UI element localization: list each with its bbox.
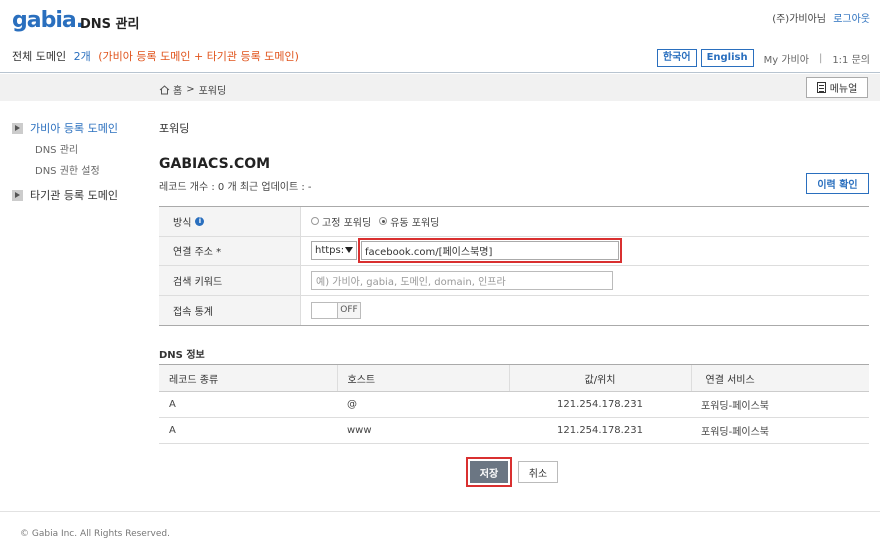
domain-summary: 전체 도메인 2개 (가비아 등록 도메인 + 타기관 등록 도메인) bbox=[12, 48, 299, 64]
dns-info-title: DNS 정보 bbox=[159, 350, 205, 361]
table-row: A @ 121.254.178.231 포워딩-페이스북 bbox=[159, 391, 869, 418]
radio-dynamic-label[interactable]: 유동 포워딩 bbox=[390, 214, 439, 229]
action-buttons: 저장 취소 bbox=[159, 457, 869, 487]
arrow-right-icon bbox=[12, 189, 23, 201]
toggle-knob bbox=[312, 302, 338, 318]
table-cell: A bbox=[159, 391, 337, 418]
record-info: 레코드 개수 : 0 개 최근 업데이트 : - bbox=[159, 182, 312, 193]
cancel-button[interactable]: 취소 bbox=[518, 461, 558, 483]
info-icon[interactable]: i bbox=[195, 216, 205, 226]
arrow-right-icon bbox=[12, 122, 23, 134]
gabia-logo[interactable]: gabia. bbox=[12, 8, 84, 33]
stats-toggle[interactable]: OFF bbox=[311, 301, 361, 319]
radio-dynamic-forwarding[interactable] bbox=[379, 217, 388, 226]
method-options: 고정 포워딩 유동 포워딩 bbox=[301, 207, 869, 236]
logout-link[interactable]: 로그아웃 bbox=[833, 14, 870, 25]
table-cell: A bbox=[159, 417, 337, 444]
footer-divider bbox=[0, 511, 880, 512]
sidebar: 가비아 등록 도메인 DNS 관리 DNS 권한 설정 타기관 등록 도메인 bbox=[12, 120, 152, 208]
forwarding-form: 방식 i 고정 포워딩 유동 포워딩 연결 주소 * https: facebo… bbox=[159, 206, 869, 326]
table-header-row: 레코드 종류 호스트 값/위치 연결 서비스 bbox=[159, 364, 869, 392]
breadcrumb-current: 포워딩 bbox=[198, 86, 227, 97]
column-header: 연결 서비스 bbox=[690, 364, 869, 392]
table-cell: 포워딩-페이스북 bbox=[691, 417, 869, 444]
table-row: A www 121.254.178.231 포워딩-페이스북 bbox=[159, 417, 869, 444]
breadcrumb-separator: > bbox=[186, 84, 195, 95]
save-button[interactable]: 저장 bbox=[466, 457, 512, 487]
sidebar-item-gabia-domains[interactable]: 가비아 등록 도메인 bbox=[12, 120, 152, 136]
table-cell: 121.254.178.231 bbox=[509, 391, 691, 418]
protocol-value: https: bbox=[315, 245, 345, 257]
sidebar-item-other-domains[interactable]: 타기관 등록 도메인 bbox=[12, 187, 152, 203]
sidebar-item-dns-permission[interactable]: DNS 권한 설정 bbox=[35, 162, 152, 177]
keyword-input[interactable]: 예) 가비아, gabia, 도메인, domain, 인프라 bbox=[311, 270, 613, 290]
radio-fixed-forwarding[interactable] bbox=[311, 217, 319, 226]
column-header: 호스트 bbox=[336, 364, 509, 392]
table-cell: 포워딩-페이스북 bbox=[691, 391, 869, 418]
manual-label: 메뉴얼 bbox=[829, 84, 858, 95]
dropdown-caret-icon bbox=[345, 247, 353, 254]
manual-button[interactable]: 메뉴얼 bbox=[806, 77, 868, 98]
table-cell: www bbox=[337, 417, 509, 444]
sidebar-item-dns-management[interactable]: DNS 관리 bbox=[35, 141, 152, 156]
method-label: 방식 bbox=[173, 217, 192, 229]
radio-fixed-label[interactable]: 고정 포워딩 bbox=[322, 214, 371, 229]
protocol-select[interactable]: https: bbox=[311, 241, 357, 261]
user-name: (주)가비아님 bbox=[772, 14, 826, 25]
history-button[interactable]: 이력 확인 bbox=[806, 173, 869, 194]
stats-field: OFF bbox=[301, 296, 869, 326]
form-row-method: 방식 i 고정 포워딩 유동 포워딩 bbox=[159, 207, 869, 237]
lang-korean-button[interactable]: 한국어 bbox=[656, 49, 697, 67]
header-links: 한국어 English My 가비아 | 1:1 문의 bbox=[653, 49, 870, 67]
separator: | bbox=[818, 52, 823, 64]
home-icon[interactable] bbox=[159, 84, 170, 95]
form-label-keyword: 검색 키워드 bbox=[159, 266, 301, 295]
form-label-address: 연결 주소 * bbox=[159, 236, 301, 265]
user-area: (주)가비아님 로그아웃 bbox=[772, 10, 870, 25]
app-title: DNS 관리 bbox=[80, 17, 140, 32]
sidebar-group-label: 가비아 등록 도메인 bbox=[30, 122, 118, 135]
column-header: 값/위치 bbox=[508, 364, 691, 392]
section-title: 포워딩 bbox=[159, 122, 190, 135]
breadcrumb: 홈 > 포워딩 bbox=[159, 82, 226, 97]
address-input[interactable]: facebook.com/[페이스북명] bbox=[358, 238, 622, 264]
domain-total-count[interactable]: 2개 bbox=[74, 50, 91, 63]
domain-name: GABIACS.COM bbox=[159, 156, 271, 172]
my-gabia-link[interactable]: My 가비아 bbox=[764, 51, 809, 66]
form-label-method: 방식 i bbox=[159, 207, 301, 236]
header: gabia. DNS 관리 (주)가비아님 로그아웃 전체 도메인 2개 (가비… bbox=[0, 0, 880, 73]
main-content: 포워딩 GABIACS.COM 레코드 개수 : 0 개 최근 업데이트 : -… bbox=[159, 120, 869, 487]
dns-table: 레코드 종류 호스트 값/위치 연결 서비스 A @ 121.254.178.2… bbox=[159, 364, 869, 444]
column-header: 레코드 종류 bbox=[159, 364, 337, 392]
toggle-state: OFF bbox=[338, 302, 360, 318]
domain-total-label: 전체 도메인 bbox=[12, 50, 67, 63]
form-row-keyword: 검색 키워드 예) 가비아, gabia, 도메인, domain, 인프라 bbox=[159, 266, 869, 296]
table-cell: 121.254.178.231 bbox=[509, 417, 691, 444]
address-fields: https: facebook.com/[페이스북명] bbox=[301, 237, 869, 266]
lang-english-button[interactable]: English bbox=[700, 49, 754, 67]
breadcrumb-home[interactable]: 홈 bbox=[173, 82, 182, 97]
form-row-address: 연결 주소 * https: facebook.com/[페이스북명] bbox=[159, 236, 869, 266]
form-row-stats: 접속 통계 OFF bbox=[159, 295, 869, 326]
sidebar-group-label: 타기관 등록 도메인 bbox=[30, 189, 118, 202]
document-icon bbox=[816, 82, 826, 93]
form-label-stats: 접속 통계 bbox=[159, 295, 301, 325]
keyword-field: 예) 가비아, gabia, 도메인, domain, 인프라 bbox=[301, 266, 869, 295]
inquiry-link[interactable]: 1:1 문의 bbox=[832, 51, 870, 66]
table-cell: @ bbox=[337, 391, 509, 418]
domain-total-detail: (가비아 등록 도메인 + 타기관 등록 도메인) bbox=[98, 50, 299, 63]
footer-copyright: © Gabia Inc. All Rights Reserved. bbox=[20, 529, 170, 539]
breadcrumb-bar: 홈 > 포워딩 메뉴얼 bbox=[0, 74, 880, 101]
